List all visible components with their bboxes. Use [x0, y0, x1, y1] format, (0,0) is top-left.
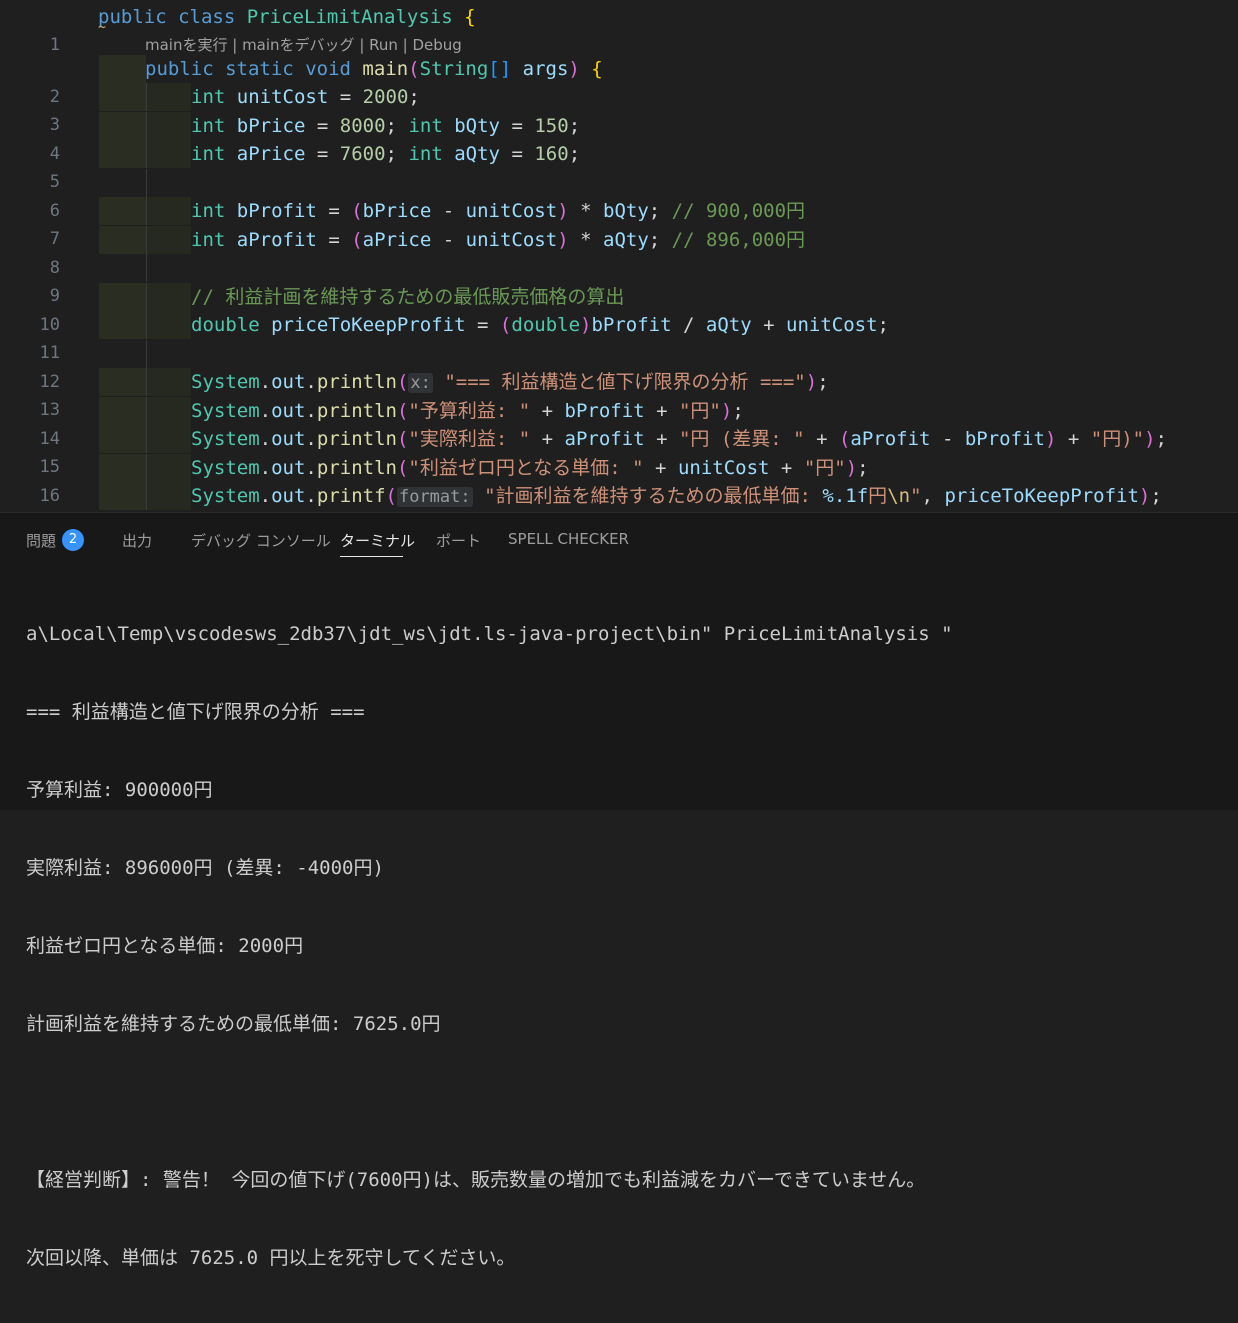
terminal-line: a\Local\Temp\vscodesws_2db37\jdt_ws\jdt.…: [26, 623, 953, 645]
code-line[interactable]: 13 System.out.println(x: "=== 利益構造と値下げ限界…: [0, 368, 1238, 420]
tab-terminal[interactable]: ターミナル: [340, 530, 415, 551]
codelens-run-debug[interactable]: mainを実行 | mainをデバッグ | Run | Debug: [145, 34, 462, 55]
code-text: System.out.println("利益ゼロ円となる単価: " + unit…: [191, 457, 869, 479]
terminal-line: 実際利益: 896000円 (差異: -4000円): [26, 857, 384, 879]
tab-problems[interactable]: 問題 2: [26, 528, 85, 553]
code-line[interactable]: 5 int aPrice = 7600; int aQty = 160;: [0, 140, 1238, 192]
terminal-line: === 利益構造と値下げ限界の分析 ===: [26, 701, 365, 723]
tab-spell-checker[interactable]: SPELL CHECKER: [508, 530, 629, 548]
code-text: public class PriceLimitAnalysis {: [98, 6, 476, 28]
terminal-line: 次回以降、単価は 7625.0 円以上を死守してください。: [26, 1247, 516, 1269]
code-line[interactable]: 15 System.out.println("実際利益: " + aProfit…: [0, 425, 1238, 477]
code-text: System.out.println("実際利益: " + aProfit + …: [191, 428, 1167, 450]
code-text: int bProfit = (bPrice - unitCost) * bQty…: [191, 200, 806, 222]
active-tab-indicator: [340, 556, 403, 557]
problems-count-badge: 2: [62, 528, 85, 551]
code-line[interactable]: 4 int bPrice = 8000; int bQty = 150;: [0, 112, 1238, 164]
code-line[interactable]: 16 System.out.println("利益ゼロ円となる単価: " + u…: [0, 454, 1238, 506]
bottom-panel: 問題 2 出力 デバッグ コンソール ターミナル ポート SPELL CHECKE…: [0, 512, 1238, 1269]
code-line[interactable]: 17 System.out.printf(format: "計画利益を維持するた…: [0, 482, 1238, 510]
code-text: public static void main(String[] args) {: [145, 58, 603, 80]
code-line[interactable]: 3 int unitCost = 2000;: [0, 83, 1238, 135]
code-text: System.out.printf(format: "計画利益を維持するための最…: [191, 485, 1162, 507]
code-text: int aProfit = (aPrice - unitCost) * aQty…: [191, 229, 806, 251]
code-text: int bPrice = 8000; int bQty = 150;: [191, 115, 581, 137]
code-text: System.out.println("予算利益: " + bProfit + …: [191, 400, 744, 422]
code-text: int unitCost = 2000;: [191, 86, 420, 108]
code-line[interactable]: 2 public static void main(String[] args)…: [0, 55, 1238, 107]
code-line[interactable]: 6: [0, 169, 1238, 221]
tab-debug-console[interactable]: デバッグ コンソール: [191, 530, 331, 551]
code-line[interactable]: 10 // 利益計画を維持するための最低販売価格の算出: [0, 283, 1238, 335]
code-line[interactable]: 11 double priceToKeepProfit = (double)bP…: [0, 311, 1238, 363]
terminal-line: 利益ゼロ円となる単価: 2000円: [26, 935, 304, 957]
code-line[interactable]: 1 public class PriceLimitAnalysis {: [0, 3, 1238, 55]
code-line[interactable]: 12: [0, 340, 1238, 392]
code-text: // 利益計画を維持するための最低販売価格の算出: [191, 286, 625, 308]
terminal-line: 計画利益を維持するための最低単価: 7625.0円: [26, 1013, 441, 1035]
terminal-output[interactable]: a\Local\Temp\vscodesws_2db37\jdt_ws\jdt.…: [26, 569, 953, 1323]
tab-ports[interactable]: ポート: [436, 530, 481, 551]
code-text: double priceToKeepProfit = (double)bProf…: [191, 314, 889, 336]
terminal-line: 【経営判断】: 警告！ 今回の値下げ(7600円)は、販売数量の増加でも利益減を…: [26, 1169, 926, 1191]
terminal-line: 予算利益: 900000円: [26, 779, 213, 801]
panel-tabs: 問題 2 出力 デバッグ コンソール ターミナル ポート SPELL CHECKE…: [0, 513, 1238, 569]
code-editor[interactable]: 1 public class PriceLimitAnalysis { ~ ma…: [0, 0, 1238, 512]
tab-output[interactable]: 出力: [122, 530, 152, 551]
warning-squiggle[interactable]: ~: [98, 21, 106, 34]
code-text: System.out.println(x: "=== 利益構造と値下げ限界の分析…: [191, 371, 829, 393]
code-line[interactable]: 8 int aProfit = (aPrice - unitCost) * aQ…: [0, 226, 1238, 278]
tab-problems-label: 問題: [26, 532, 57, 550]
code-line[interactable]: 14 System.out.println("予算利益: " + bProfit…: [0, 397, 1238, 449]
code-line[interactable]: 9: [0, 254, 1238, 306]
code-text: int aPrice = 7600; int aQty = 160;: [191, 143, 581, 165]
code-line[interactable]: 7 int bProfit = (bPrice - unitCost) * bQ…: [0, 197, 1238, 249]
